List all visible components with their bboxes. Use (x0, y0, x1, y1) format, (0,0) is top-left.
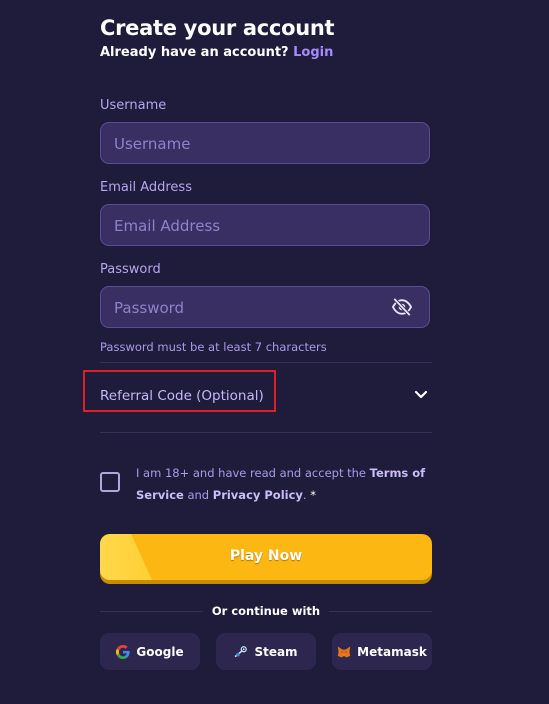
terms-checkbox[interactable] (100, 472, 120, 492)
google-label: Google (136, 644, 184, 659)
terms-suffix: . (302, 488, 307, 502)
password-label: Password (100, 262, 161, 277)
password-hint: Password must be at least 7 characters (100, 340, 327, 354)
chevron-down-icon (414, 390, 428, 399)
username-field-box (100, 122, 430, 165)
terms-prefix: I am 18+ and have read and accept the (136, 466, 366, 480)
metamask-label: Metamask (357, 644, 427, 659)
page-title: Create your account (100, 16, 335, 40)
login-prompt: Already have an account? Login (100, 45, 333, 60)
play-now-label: Play Now (229, 548, 303, 564)
metamask-icon (337, 646, 351, 657)
terms-and: and (187, 488, 210, 502)
steam-login-button[interactable]: Steam (216, 633, 316, 670)
login-link[interactable]: Login (293, 45, 333, 60)
steam-icon (235, 645, 248, 657)
username-label: Username (100, 98, 167, 113)
email-input[interactable] (112, 205, 386, 247)
divider-top (100, 362, 432, 363)
referral-highlight-box (83, 370, 276, 412)
google-login-button[interactable]: Google (100, 633, 200, 670)
password-field-box (100, 286, 430, 329)
steam-label: Steam (254, 644, 298, 659)
or-continue-with: Or continue with (211, 604, 321, 618)
terms-text: I am 18+ and have read and accept the Te… (136, 462, 428, 506)
google-icon (116, 644, 131, 659)
privacy-policy-link[interactable]: Privacy Policy (213, 488, 303, 502)
password-input[interactable] (112, 287, 386, 329)
play-now-button[interactable]: Play Now (100, 534, 432, 580)
login-prompt-text: Already have an account? (100, 45, 289, 60)
username-input[interactable] (112, 123, 386, 165)
eye-slash-icon[interactable] (391, 297, 413, 317)
email-label: Email Address (100, 180, 192, 195)
metamask-login-button[interactable]: Metamask (332, 633, 432, 670)
email-field-box (100, 204, 430, 247)
divider-bottom (100, 432, 432, 433)
required-mark: * (310, 488, 316, 502)
